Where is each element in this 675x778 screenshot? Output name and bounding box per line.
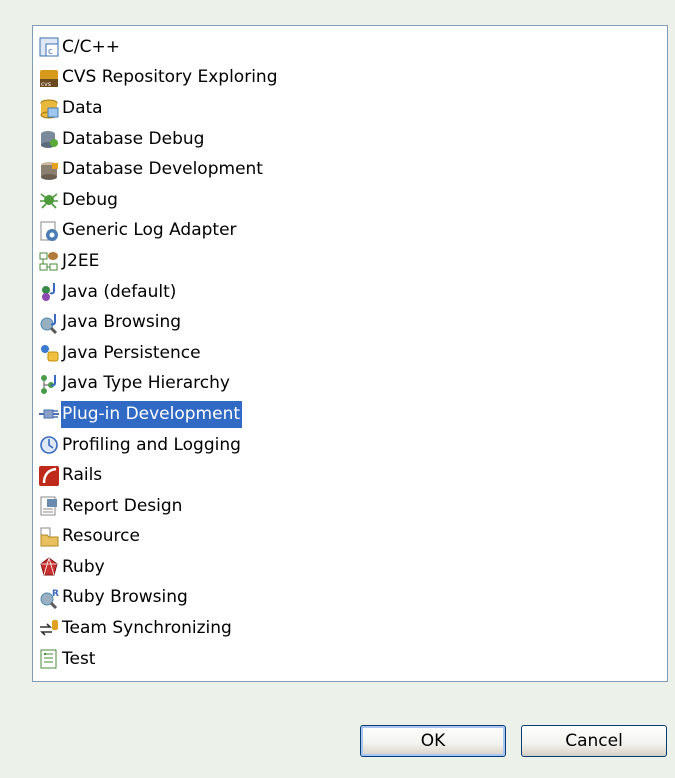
list-item-label: C/C++ — [62, 36, 120, 57]
data-icon — [38, 97, 60, 119]
list-item[interactable]: Java Persistence — [38, 338, 667, 369]
ok-button[interactable]: OK — [360, 725, 506, 757]
debug-icon — [38, 189, 60, 211]
list-item[interactable]: Java Browsing — [38, 307, 667, 338]
list-item[interactable]: Database Development — [38, 154, 667, 185]
list-item[interactable]: cvs CVS Repository Exploring — [38, 63, 667, 94]
list-item-label: Generic Log Adapter — [62, 220, 237, 241]
test-icon — [38, 648, 60, 670]
cancel-button[interactable]: Cancel — [521, 725, 667, 757]
list-item[interactable]: c C/C++ — [38, 32, 667, 63]
list-item[interactable]: Plug-in Development — [38, 399, 667, 430]
database-debug-icon — [38, 128, 60, 150]
list-item[interactable]: Test — [38, 644, 667, 675]
list-item-label: Java Browsing — [62, 312, 182, 333]
ruby-icon — [38, 556, 60, 578]
list-item-label: CVS Repository Exploring — [62, 67, 278, 88]
report-design-icon — [38, 495, 60, 517]
list-item[interactable]: Data — [38, 93, 667, 124]
list-item[interactable]: Database Debug — [38, 124, 667, 155]
log-adapter-icon — [38, 220, 60, 242]
list-item[interactable]: Resource — [38, 522, 667, 553]
java-icon — [38, 281, 60, 303]
svg-text:cvs: cvs — [41, 81, 51, 88]
list-item-label: Data — [62, 97, 103, 118]
list-item-label: Profiling and Logging — [62, 434, 241, 455]
resource-icon — [38, 526, 60, 548]
list-item-label: J2EE — [62, 250, 100, 271]
list-item-label: Java Type Hierarchy — [62, 373, 230, 394]
list-item-label: Java Persistence — [62, 342, 201, 363]
list-item[interactable]: R Ruby Browsing — [38, 583, 667, 614]
list-item-label: Plug-in Development — [61, 400, 243, 428]
list-item-label: Ruby — [62, 556, 105, 577]
cpp-icon: c — [38, 36, 60, 58]
list-item-label: Debug — [62, 189, 118, 210]
list-item[interactable]: J2EE — [38, 246, 667, 277]
svg-text:c: c — [48, 47, 53, 57]
svg-text:R: R — [52, 589, 59, 599]
perspective-list[interactable]: c C/C++ cvs CVS Repository Exploring Data Dat… — [32, 25, 668, 682]
j2ee-icon — [38, 250, 60, 272]
list-item-label: Report Design — [62, 495, 183, 516]
list-item[interactable]: Profiling and Logging — [38, 430, 667, 461]
list-item-label: Rails — [62, 465, 103, 486]
perspective-list-items: c C/C++ cvs CVS Repository Exploring Data Dat… — [38, 32, 667, 674]
cvs-icon: cvs — [38, 67, 60, 89]
team-sync-icon — [38, 618, 60, 640]
list-item-label: Resource — [62, 526, 140, 547]
rails-icon — [38, 465, 60, 487]
list-item-label: Test — [62, 648, 96, 669]
java-type-hierarchy-icon — [38, 373, 60, 395]
list-item[interactable]: Generic Log Adapter — [38, 216, 667, 247]
list-item-label: Database Development — [62, 159, 263, 180]
list-item-label: Database Debug — [62, 128, 205, 149]
list-item[interactable]: Report Design — [38, 491, 667, 522]
plugin-icon — [38, 403, 60, 425]
ruby-browsing-icon: R — [38, 587, 60, 609]
list-item-label: Java (default) — [62, 281, 177, 302]
list-item[interactable]: Debug — [38, 185, 667, 216]
list-item[interactable]: Java (default) — [38, 277, 667, 308]
list-item[interactable]: Rails — [38, 460, 667, 491]
list-item[interactable]: Ruby — [38, 552, 667, 583]
list-item-label: Ruby Browsing — [62, 587, 188, 608]
java-persistence-icon — [38, 342, 60, 364]
java-browsing-icon — [38, 312, 60, 334]
database-development-icon — [38, 159, 60, 181]
list-item-label: Team Synchronizing — [62, 618, 232, 639]
list-item[interactable]: Java Type Hierarchy — [38, 369, 667, 400]
profiling-icon — [38, 434, 60, 456]
list-item[interactable]: Team Synchronizing — [38, 613, 667, 644]
